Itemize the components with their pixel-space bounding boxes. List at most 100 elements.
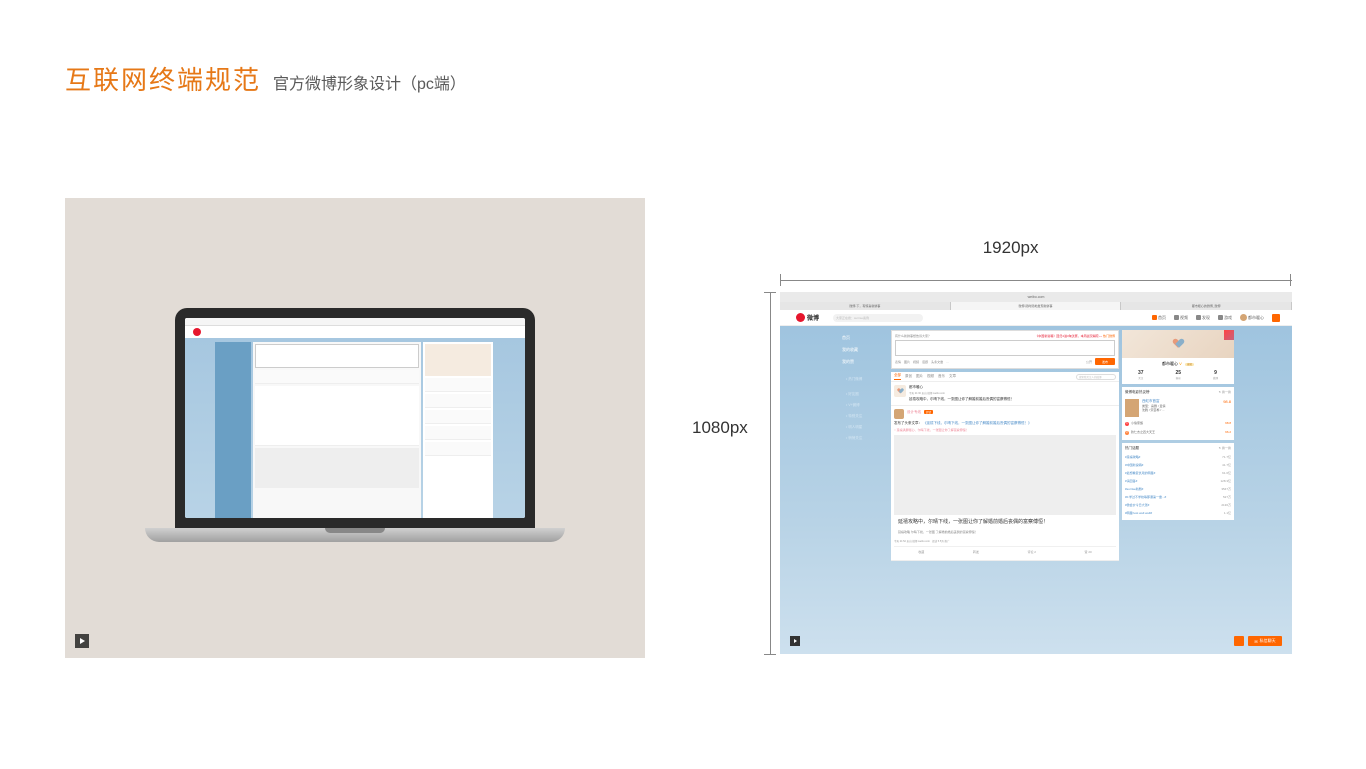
weibo-mini-preview — [185, 318, 525, 518]
dimension-line — [770, 292, 771, 654]
feed-rec-text: 延禧攻略中，尔晴下线，一张图让你了解婚前婚后丧偶的富察傅恒！ — [909, 397, 1014, 402]
sidebar-item-stars[interactable]: 明人明星 — [836, 422, 888, 433]
browser-tab[interactable]: 都市暖心的微博_微博 — [1121, 302, 1292, 310]
sidebar-item-fav[interactable]: 我的收藏 — [836, 344, 888, 356]
nav-discover[interactable]: 发现 — [1196, 315, 1210, 321]
nav-video[interactable]: 视频 — [1174, 315, 1188, 321]
chat-bubble-icon[interactable] — [1234, 636, 1244, 646]
stat-following[interactable]: 37关注 — [1138, 370, 1144, 380]
sidebar-item-quietly[interactable]: 悄悄关注 — [836, 433, 888, 444]
video-icon — [1174, 315, 1179, 320]
sidebar-item-like[interactable]: 我的赞 — [836, 356, 888, 368]
post-actions: 收藏 转发 评论 2 赞 20 — [894, 546, 1116, 557]
filter-all[interactable]: 全部 — [894, 373, 901, 380]
filter-video[interactable]: 视频 — [927, 374, 934, 379]
sidebar-item-vplus[interactable]: V+微博 — [836, 400, 888, 411]
nav-home[interactable]: 首页 — [1152, 315, 1166, 321]
float-play-icon[interactable] — [790, 636, 800, 646]
sidebar-item-home[interactable]: 首页 — [836, 332, 888, 344]
video-icon[interactable]: 视频 — [913, 360, 919, 364]
topic-item[interactable]: #最想看复仇戏的明星#61.6亿 — [1125, 469, 1231, 477]
laptop-base — [145, 528, 565, 542]
discover-icon — [1196, 315, 1201, 320]
left-sidebar: 首页 我的收藏 我的赞 热门微博 好友圈 V+微博 特别关注 明人明星 悄悄关注 — [836, 330, 888, 654]
favorite-button[interactable]: 收藏 — [918, 550, 924, 554]
topic-item[interactable]: #中国新说唱#41.7亿 — [1125, 461, 1231, 469]
like-button[interactable]: 赞 20 — [1085, 550, 1092, 554]
movie-rank-panel: 微博电影热议榜↻ 换一换 西虹市首富 类型：喜剧 / 爱情 沈腾 / 宋芸桦 /… — [1122, 387, 1234, 440]
post-subcaption: 延禧攻略 尔晴下线，一张图 了解婚前婚后丧偶的富察傅恒！ — [894, 530, 1116, 537]
avatar-icon — [1240, 314, 1247, 321]
browser-toolbar: weibo.com — [780, 292, 1292, 302]
post-article-link[interactable]: 《延禧下线，尔晴下线，一张图让你了解婚前婚后丧偶的富察傅恒！》 — [923, 421, 1032, 425]
topic-item[interactable]: #微会价今日大涨#2136万 — [1125, 501, 1231, 509]
supertopic-badge[interactable]: 超话 — [924, 410, 933, 414]
nav-user[interactable]: 都市暖心 — [1240, 314, 1264, 321]
movie-rank-item[interactable]: 2狄仁杰之四大天王96.2 — [1125, 428, 1231, 437]
laptop-device — [175, 308, 535, 548]
dimension-height-label: 1080px — [692, 418, 748, 438]
repost-button[interactable]: 转发 — [973, 550, 979, 554]
image-icon[interactable]: 图片 — [904, 360, 910, 364]
comment-button[interactable]: 评论 2 — [1027, 550, 1036, 554]
dimension-width-label: 1920px — [983, 238, 1039, 258]
topic-item[interactable]: #延禧攻略#71.7亿 — [1125, 453, 1231, 461]
play-button-icon[interactable] — [75, 634, 89, 648]
post-image[interactable] — [894, 435, 1116, 515]
post-username[interactable]: 设计专线 — [907, 410, 921, 414]
feed-rec-username[interactable]: 都市暖心 — [909, 385, 1014, 390]
topic-item[interactable]: #F.学过不学校等那课第一章...#527万 — [1125, 493, 1231, 501]
publish-button[interactable]: 发布 — [1095, 358, 1115, 365]
browser-tab[interactable]: 微博-下，有惊喜新鲜事 — [780, 302, 951, 310]
profile-name[interactable]: 都市暖心 V 编辑 — [1122, 358, 1234, 368]
feed-post: 设计专线 超话 发布了头条文章： 《延禧下线，尔晴下线，一张图让你了解婚前婚后丧… — [891, 406, 1119, 561]
scope-select[interactable]: 公开 — [1086, 360, 1092, 364]
search-input[interactable]: 大家正在搜：surrise案例 — [833, 314, 923, 322]
profile-card: 都市暖心 V 编辑 37关注 25粉丝 9微博 — [1122, 330, 1234, 384]
refresh-button[interactable]: ↻ 换一换 — [1219, 446, 1231, 451]
browser-tab[interactable]: 微博-随时随地发现新鲜事 — [951, 302, 1122, 310]
emoji-icon[interactable]: 表情 — [895, 360, 901, 364]
address-bar[interactable]: weibo.com — [1028, 295, 1045, 299]
sidebar-item-hot[interactable]: 热门微博 — [836, 374, 888, 385]
filter-music[interactable]: 音乐 — [938, 374, 945, 379]
filter-original[interactable]: 原创 — [905, 374, 912, 379]
compose-prompt: 有什么新鲜事想告诉大家？ — [895, 334, 931, 338]
refresh-button[interactable]: ↻ 换一换 — [1219, 390, 1231, 395]
laptop-bezel — [175, 308, 535, 528]
top-nav: 首页 视频 发现 游戏 都市暖心 — [1152, 314, 1280, 322]
movie-rank-item[interactable]: 1小偷家族98.8 — [1125, 419, 1231, 428]
brand-avatar[interactable] — [894, 385, 906, 397]
right-column: 都市暖心 V 编辑 37关注 25粉丝 9微博 微博电影热议榜↻ 换一换 — [1122, 330, 1234, 654]
topic-item[interactable]: #请回答#128.3亿 — [1125, 477, 1231, 485]
feed-search-input[interactable]: 搜索我关注人的微博 — [1076, 374, 1116, 380]
featured-movie[interactable]: 西虹市首富 类型：喜剧 / 爱情 沈腾 / 宋芸桦 / ... 98.8 — [1125, 397, 1231, 419]
filter-image[interactable]: 图片 — [916, 374, 923, 379]
annotated-screenshot-panel: 1920px 1080px weibo.com 微博-下，有惊喜新鲜事 微博-随… — [682, 198, 1302, 658]
article-icon[interactable]: 头条文章 — [931, 360, 943, 364]
topic-item[interactable]: #surrise新剧#3547万 — [1125, 485, 1231, 493]
title-sub: 官方微博形象设计（pc端） — [273, 70, 466, 94]
movie-score: 98.8 — [1223, 399, 1231, 417]
post-quote[interactable]: ○ 延禧满屏暖心、尔晴下线，一张图让你了解富察傅恒！ — [894, 428, 1116, 432]
private-chat-button[interactable]: ✉ 私信聊天 — [1248, 636, 1282, 646]
main-column: 有什么新鲜事想告诉大家？ 《中国新说唱》回归4进3淘汰赛，本周战况揭晓~~ 热门… — [891, 330, 1119, 654]
page-title-group: 互联网终端规范 官方微博形象设计（pc端） — [65, 60, 466, 97]
topic-item[interactable]: #明星host well well#1.1亿 — [1125, 509, 1231, 517]
post-caption: 延禧攻略中，尔晴下线，一张图让你了解婚前婚后丧偶的富察傅恒！ — [894, 515, 1116, 531]
more-icon[interactable]: ··· — [946, 360, 949, 364]
game-icon — [1218, 315, 1223, 320]
compose-textarea[interactable] — [895, 340, 1115, 356]
sidebar-item-friends[interactable]: 好友圈 — [836, 389, 888, 400]
settings-icon[interactable] — [1272, 314, 1280, 322]
weibo-body: 首页 我的收藏 我的赞 热门微博 好友圈 V+微博 特别关注 明人明星 悄悄关注 — [780, 326, 1292, 654]
stat-followers[interactable]: 25粉丝 — [1175, 370, 1181, 380]
weibo-logo[interactable]: 微博 — [796, 313, 819, 322]
nav-game[interactable]: 游戏 — [1218, 315, 1232, 321]
post-avatar[interactable] — [894, 409, 904, 419]
topic-icon[interactable]: 话题 — [922, 360, 928, 364]
stat-weibo[interactable]: 9微博 — [1213, 370, 1218, 380]
sidebar-item-special[interactable]: 特别关注 — [836, 411, 888, 422]
hot-topics-panel: 热门话题↻ 换一换 #延禧攻略#71.7亿 #中国新说唱#41.7亿 #最想看复… — [1122, 443, 1234, 520]
filter-article[interactable]: 文章 — [949, 374, 956, 379]
